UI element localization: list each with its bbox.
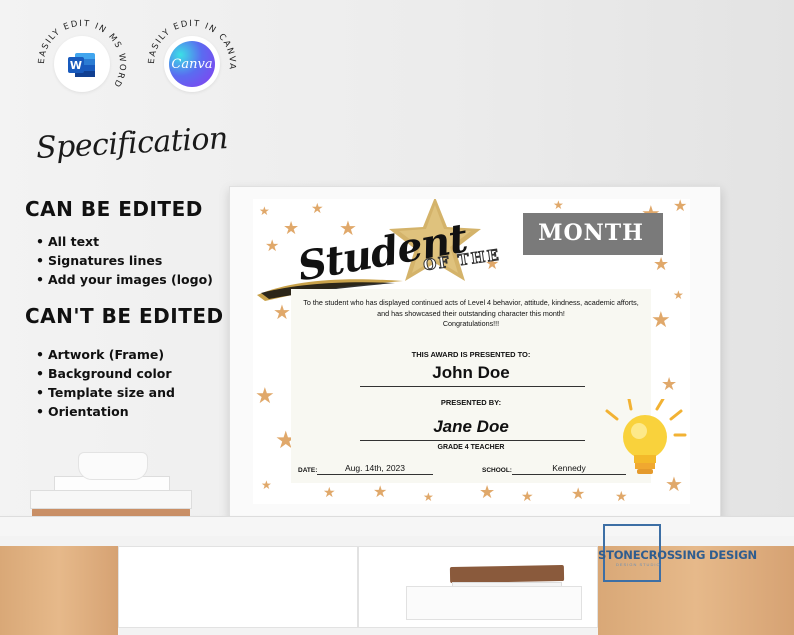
star-icon: ★ [265, 238, 280, 255]
star-icon: ★ [673, 288, 684, 302]
certificate-description: To the student who has displayed continu… [297, 298, 645, 330]
month-title: MONTH [538, 220, 644, 246]
list-item: Artwork (Frame) [36, 345, 175, 364]
brand-logo: STONECROSSING DESIGN DESIGN STUDIO [598, 522, 768, 586]
star-icon: ★ [615, 488, 628, 504]
star-icon: ★ [651, 307, 671, 332]
date-value: Aug. 14th, 2023 [344, 463, 406, 473]
recipient-name: John Doe [432, 363, 510, 382]
canva-badge: EASILY EDIT IN CANVA Canva [144, 16, 240, 112]
star-icon: ★ [259, 204, 270, 218]
cabinet-cubby [118, 546, 358, 628]
lightbulb-icon [605, 399, 687, 474]
star-icon: ★ [273, 302, 291, 324]
logo-name: STONECROSSING DESIGN [598, 548, 757, 562]
date-line [317, 474, 433, 475]
logo-tagline: DESIGN STUDIO [616, 562, 661, 567]
star-icon: ★ [311, 200, 324, 216]
star-icon: ★ [661, 374, 678, 394]
star-icon: ★ [673, 199, 688, 215]
star-icon: ★ [571, 486, 586, 503]
presenter-name: Jane Doe [433, 417, 509, 436]
certificate: ★ ★ ★ ★ ★ ★ ★ ★ ★ ★ ★ ★ ★ ★ ★ ★ ★ ★ ★ ★ … [253, 199, 690, 504]
can-be-edited-heading: CAN BE EDITED [25, 197, 203, 221]
list-item: Signatures lines [36, 251, 213, 270]
star-icon: ★ [553, 199, 564, 212]
star-icon: ★ [653, 254, 670, 274]
list-item: All text [36, 232, 213, 251]
recipient-signature-line [360, 386, 585, 387]
svg-text:W: W [70, 59, 82, 72]
presenter-signature-line [360, 440, 585, 441]
presented-to-label: THIS AWARD IS PRESENTED TO: [411, 350, 531, 359]
decorative-bowl [78, 452, 148, 480]
star-icon: ★ [373, 484, 388, 501]
description-text: To the student who has displayed continu… [303, 298, 639, 318]
ms-word-icon: W [68, 53, 95, 77]
star-icon: ★ [479, 482, 496, 502]
cant-be-edited-heading: CAN'T BE EDITED [25, 304, 224, 328]
star-icon: ★ [521, 488, 534, 504]
star-icon: ★ [255, 383, 275, 408]
star-icon: ★ [323, 484, 336, 500]
canva-icon: Canva [169, 41, 215, 87]
list-item: Template size and [36, 383, 175, 402]
list-item: Orientation [36, 402, 175, 421]
cabinet-wood-panel [0, 546, 118, 635]
list-item: Add your images (logo) [36, 270, 213, 289]
star-icon: ★ [423, 490, 434, 504]
presented-by-label: PRESENTED BY: [440, 398, 502, 407]
cant-be-edited-list: Artwork (Frame) Background color Templat… [36, 345, 175, 421]
can-be-edited-list: All text Signatures lines Add your image… [36, 232, 213, 289]
list-item: Background color [36, 364, 175, 383]
school-label: SCHOOL: [482, 467, 512, 474]
congrats-text: Congratulations!!! [442, 319, 500, 328]
star-icon: ★ [283, 218, 300, 238]
presenter-title: GRADE 4 TEACHER [437, 444, 505, 451]
star-icon: ★ [261, 478, 272, 492]
date-label: DATE: [298, 467, 318, 474]
word-badge: EASILY EDIT IN MS WORD W [34, 16, 130, 112]
